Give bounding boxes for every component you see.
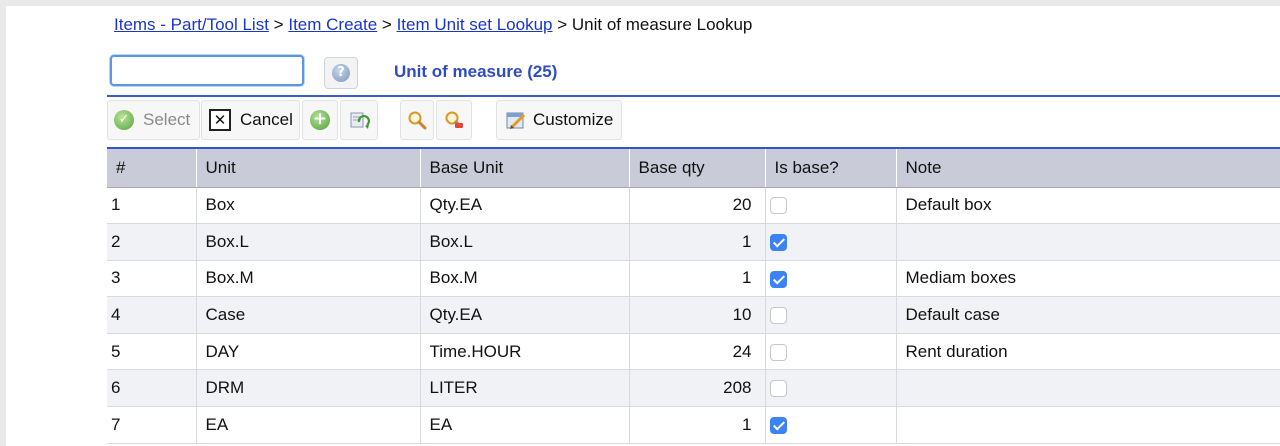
- column-header-base-qty[interactable]: Base qty: [629, 148, 766, 188]
- magnifier-clear-icon: [445, 111, 463, 128]
- table-row[interactable]: 1 Box Qty.EA 20 Default box: [107, 187, 1280, 224]
- is-base-checkbox[interactable]: [769, 416, 787, 434]
- refresh-icon: [350, 112, 370, 129]
- cell-base-unit: Time.HOUR: [420, 333, 630, 370]
- cell-base-qty: 1: [629, 223, 766, 261]
- column-header-is-base[interactable]: Is base?: [765, 148, 897, 188]
- cell-unit: Case: [196, 296, 421, 334]
- check-circle-icon: ✓: [114, 110, 134, 130]
- column-header-base-unit[interactable]: Base Unit: [420, 148, 630, 188]
- column-header-unit[interactable]: Unit: [196, 148, 421, 188]
- help-icon: ?: [332, 64, 350, 82]
- cell-unit: Box.M: [196, 260, 421, 297]
- cell-base-qty: 24: [629, 333, 766, 370]
- lookup-title: Unit of measure (25): [394, 62, 558, 81]
- select-label: Select: [143, 110, 191, 129]
- search-input[interactable]: [110, 55, 304, 86]
- cell-note: Default box: [905, 195, 992, 215]
- cell-base-qty: 1: [629, 406, 766, 444]
- column-header-number[interactable]: #: [107, 148, 197, 188]
- cell-note: Rent duration: [905, 341, 1008, 361]
- cell-unit: Box.L: [196, 223, 421, 261]
- x-box-icon: ✕: [209, 109, 231, 131]
- cell-is-base: [765, 187, 897, 224]
- table-body: 1 Box Qty.EA 20 Default box 2 Box.L Box.L 1 3 Box.…: [107, 187, 1280, 444]
- cell-is-base: [765, 406, 897, 444]
- breadcrumb-link-unit-set-lookup[interactable]: Item Unit set Lookup: [397, 15, 553, 34]
- cell-number: 7: [107, 406, 197, 444]
- breadcrumb-separator: >: [273, 15, 284, 34]
- cell-base-qty: 20: [629, 187, 766, 224]
- cell-number: 1: [107, 187, 197, 224]
- cell-is-base: [765, 223, 897, 261]
- cell-unit: DAY: [196, 333, 421, 370]
- cell-note: [896, 224, 1280, 261]
- is-base-checkbox[interactable]: [769, 380, 787, 398]
- cell-note: [896, 370, 1280, 407]
- table-row[interactable]: 5 DAY Time.HOUR 24 Rent duration: [107, 333, 1280, 370]
- cell-number: 3: [107, 260, 197, 297]
- breadcrumb-link-item-create[interactable]: Item Create: [288, 15, 377, 34]
- table-row[interactable]: 4 Case Qty.EA 10 Default case: [107, 296, 1280, 334]
- toolbar: ✓ Select ✕ Cancel + Customize: [107, 100, 1280, 142]
- refresh-button[interactable]: [340, 100, 378, 140]
- unit-table: # Unit Base Unit Base qty Is base? Note …: [107, 147, 1280, 444]
- cell-base-qty: 10: [629, 296, 766, 334]
- cell-unit: Box: [196, 187, 421, 224]
- cell-unit: DRM: [196, 369, 421, 407]
- breadcrumb: Items - Part/Tool List > Item Create > I…: [114, 15, 752, 35]
- is-base-checkbox[interactable]: [769, 307, 787, 325]
- breadcrumb-link-items[interactable]: Items - Part/Tool List: [114, 15, 269, 34]
- cell-base-unit: LITER: [420, 369, 630, 407]
- cell-base-unit: Box.M: [420, 260, 630, 297]
- cell-base-unit: Qty.EA: [420, 187, 630, 224]
- cell-number: 5: [107, 333, 197, 370]
- title-divider: [107, 95, 1280, 97]
- table-row[interactable]: 3 Box.M Box.M 1 Mediam boxes: [107, 260, 1280, 297]
- cell-is-base: [765, 260, 897, 297]
- customize-icon: [506, 112, 526, 129]
- cell-number: 6: [107, 369, 197, 407]
- cell-base-unit: Qty.EA: [420, 296, 630, 334]
- is-base-checkbox[interactable]: [769, 197, 787, 215]
- cancel-label: Cancel: [240, 110, 293, 129]
- customize-label: Customize: [533, 110, 614, 129]
- breadcrumb-separator: >: [381, 15, 392, 34]
- cell-base-unit: Box.L: [420, 223, 630, 261]
- cell-is-base: [765, 296, 897, 334]
- column-header-note[interactable]: Note: [896, 148, 1280, 188]
- table-row[interactable]: 7 EA EA 1: [107, 406, 1280, 444]
- search-help-button[interactable]: ?: [324, 57, 358, 89]
- clear-find-button[interactable]: [436, 100, 472, 140]
- cell-unit: EA: [196, 406, 421, 444]
- magnifier-icon: [408, 111, 427, 130]
- cell-base-qty: 1: [629, 260, 766, 297]
- is-base-checkbox[interactable]: [769, 233, 787, 251]
- cell-base-unit: EA: [420, 406, 630, 444]
- table-row[interactable]: 2 Box.L Box.L 1: [107, 223, 1280, 261]
- cancel-button[interactable]: ✕ Cancel: [201, 100, 300, 140]
- cell-note: [896, 407, 1280, 444]
- cell-number: 4: [107, 296, 197, 334]
- find-button[interactable]: [400, 100, 434, 140]
- add-button[interactable]: +: [302, 100, 338, 140]
- cell-note: Mediam boxes: [905, 268, 1017, 288]
- cell-note: Default case: [905, 305, 1001, 325]
- breadcrumb-current: Unit of measure Lookup: [571, 15, 753, 34]
- customize-button[interactable]: Customize: [496, 100, 622, 140]
- plus-circle-icon: +: [310, 110, 330, 130]
- table-row[interactable]: 6 DRM LITER 208: [107, 369, 1280, 407]
- is-base-checkbox[interactable]: [769, 270, 787, 288]
- is-base-checkbox[interactable]: [769, 343, 787, 361]
- cell-base-qty: 208: [629, 369, 766, 407]
- table-header-row: # Unit Base Unit Base qty Is base? Note: [107, 148, 1280, 188]
- select-button[interactable]: ✓ Select: [107, 100, 200, 140]
- cell-is-base: [765, 333, 897, 370]
- breadcrumb-separator: >: [557, 15, 568, 34]
- page: Items - Part/Tool List > Item Create > I…: [6, 6, 1280, 446]
- cell-number: 2: [107, 223, 197, 261]
- cell-is-base: [765, 369, 897, 407]
